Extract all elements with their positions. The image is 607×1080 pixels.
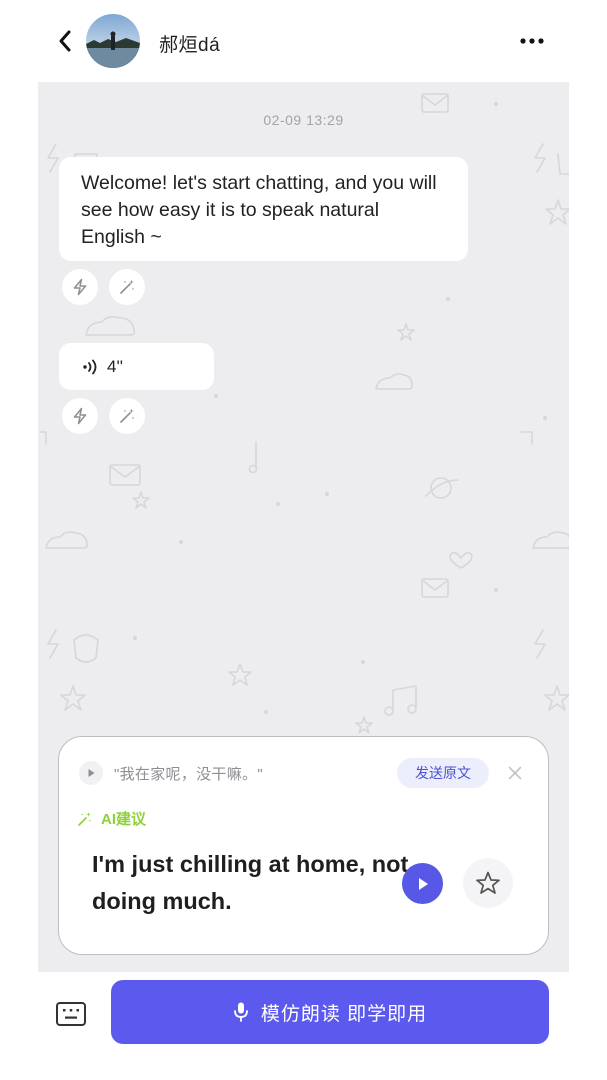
bottom-input-bar: 模仿朗读 即学即用: [0, 972, 607, 1080]
close-button[interactable]: [502, 760, 528, 786]
more-options-button[interactable]: [514, 28, 550, 54]
voice-duration: 4'': [107, 356, 123, 376]
more-dots-icon: [520, 38, 544, 44]
star-icon: [476, 871, 500, 894]
imitate-read-button[interactable]: 模仿朗读 即学即用: [111, 980, 549, 1044]
chat-header: 郝烜dá: [0, 0, 607, 82]
magic-wand-icon: [120, 279, 135, 294]
ai-suggestion-card: "我在家呢，没干嘛。" 发送原文 AI建议 I'm just chilling …: [58, 736, 549, 955]
original-text: "我在家呢，没干嘛。": [114, 766, 263, 783]
suggested-reply-text: I'm just chilling at home, not doing muc…: [92, 851, 409, 914]
magic-polish-button[interactable]: [109, 398, 145, 434]
ai-label-text: AI建议: [101, 811, 147, 828]
chevron-left-icon: [59, 30, 71, 52]
keyboard-icon: [56, 1002, 86, 1026]
avatar[interactable]: [86, 14, 140, 68]
message-bubble-voice[interactable]: 4'': [59, 343, 214, 390]
play-icon: [88, 769, 95, 777]
microphone-icon: [233, 1001, 249, 1023]
lightning-icon: [73, 407, 87, 425]
lightning-icon: [73, 278, 87, 296]
back-button[interactable]: [50, 24, 80, 58]
chat-screen: 郝烜dá 02-09 13:29 Welcome! let's start ch…: [0, 0, 607, 1080]
quick-reply-button[interactable]: [62, 398, 98, 434]
keyboard-toggle-button[interactable]: [50, 996, 92, 1032]
send-original-button[interactable]: 发送原文: [397, 758, 489, 788]
magic-wand-icon: [120, 408, 135, 423]
play-icon: [418, 877, 428, 890]
close-icon: [508, 766, 522, 780]
ai-sparkle-icon: [77, 811, 93, 827]
play-suggestion-button[interactable]: [402, 863, 443, 904]
voice-wave-icon: [81, 358, 99, 376]
play-original-button[interactable]: [79, 761, 103, 785]
message-bubble-text[interactable]: Welcome! let's start chatting, and you w…: [59, 157, 468, 261]
contact-name: 郝烜dá: [159, 35, 221, 56]
quick-reply-button[interactable]: [62, 269, 98, 305]
favorite-button[interactable]: [463, 858, 513, 908]
message-timestamp: 02-09 13:29: [263, 112, 344, 128]
magic-polish-button[interactable]: [109, 269, 145, 305]
record-button-label: 模仿朗读 即学即用: [260, 1003, 428, 1025]
ai-suggestion-label: AI建议: [77, 808, 146, 829]
